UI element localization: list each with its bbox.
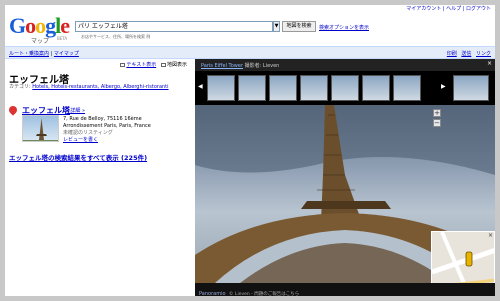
- mymap-link[interactable]: マイマップ: [54, 51, 79, 57]
- filmstrip-prev-icon[interactable]: ◀: [198, 83, 203, 90]
- address-line-1: 7, Rue de Belloy, 75116 16ème: [63, 116, 142, 122]
- filmstrip-thumb[interactable]: [207, 75, 235, 101]
- filmstrip-thumb[interactable]: [362, 75, 390, 101]
- top-nav-right[interactable]: マイアカウント | ヘルプ | ログアウト: [406, 5, 491, 12]
- text-view-icon: [120, 62, 126, 67]
- photo-author: 撮影者: Lieven: [244, 63, 280, 69]
- filmstrip-thumb[interactable]: [238, 75, 266, 101]
- photo-viewer: Paris Eiffel Tower 撮影者: Lieven × ◀ ▶ + −…: [195, 59, 495, 296]
- panoramio-logo[interactable]: Panoramio: [199, 291, 226, 296]
- top-nav: マイアカウント | ヘルプ | ログアウト: [5, 5, 495, 13]
- zoom-in-button[interactable]: +: [433, 109, 441, 117]
- address-line-2: Arrondissement Paris, Paris, France: [63, 123, 151, 129]
- viewer-footer: Panoramio © Lieven - 問題のご報告はこちら: [195, 283, 495, 296]
- filmstrip: ◀ ▶: [195, 71, 495, 105]
- filmstrip-thumb[interactable]: [269, 75, 297, 101]
- print-link[interactable]: 印刷: [447, 51, 457, 57]
- search-input[interactable]: パリ エッフェル塔: [75, 21, 273, 32]
- search-button[interactable]: 地図を検索: [282, 21, 316, 32]
- zoom-out-button[interactable]: −: [433, 119, 441, 127]
- all-results-link[interactable]: エッフェル塔の検索結果をすべて表示 (225件): [9, 152, 147, 162]
- overview-close-icon[interactable]: ×: [488, 232, 493, 239]
- close-icon[interactable]: ×: [487, 60, 492, 67]
- search-options-link[interactable]: 検索オプションを表示: [319, 24, 369, 31]
- photo-title-link[interactable]: Paris Eiffel Tower: [201, 63, 243, 69]
- map-view-link[interactable]: 地図表示: [167, 62, 187, 68]
- logo-text: Google: [9, 13, 70, 38]
- filmstrip-thumb[interactable]: [393, 75, 421, 101]
- category-line: カテゴリ: Hotels, Hotels-restaurants, Alberg…: [9, 84, 189, 90]
- text-view-link[interactable]: テキスト表示: [126, 62, 156, 68]
- results-panel: テキスト表示 地図表示 エッフェル塔 カテゴリ: Hotels, Hotels-…: [5, 59, 191, 296]
- map-view-icon: [160, 62, 166, 67]
- place-address: 7, Rue de Belloy, 75116 16ème Arrondisse…: [63, 116, 191, 144]
- unlisted-label: 未確認のリスティング: [63, 130, 113, 136]
- view-options: テキスト表示 地図表示: [120, 61, 187, 68]
- logo-sub: マップ: [31, 38, 50, 45]
- browser-frame: マイアカウント | ヘルプ | ログアウト Google マップ BETA パリ…: [0, 0, 500, 301]
- search-hint: お店やサービス、住所、場所を検索 例: [81, 34, 151, 39]
- send-link[interactable]: 送信: [461, 51, 471, 57]
- filmstrip-thumb[interactable]: [331, 75, 359, 101]
- google-maps-logo[interactable]: Google マップ BETA: [9, 13, 75, 46]
- logo-beta: BETA: [57, 36, 68, 41]
- toolbar: ルート・乗換案内 | マイマップ 印刷 送信 リンク: [5, 46, 495, 59]
- filmstrip-next-icon[interactable]: ▶: [441, 83, 446, 90]
- viewer-title: Paris Eiffel Tower 撮影者: Lieven: [201, 62, 279, 69]
- filmstrip-thumb-selected[interactable]: [453, 75, 489, 101]
- map-marker-icon[interactable]: [7, 104, 19, 116]
- category-links[interactable]: Hotels, Hotels-restaurants, Albergo, Alb…: [32, 84, 168, 90]
- search-history-dropdown[interactable]: ▼: [273, 21, 280, 32]
- place-thumbnail[interactable]: [22, 115, 59, 142]
- link-link[interactable]: リンク: [476, 51, 491, 57]
- write-review-link[interactable]: レビューを書く: [63, 137, 191, 144]
- viewer-title-bar: Paris Eiffel Tower 撮影者: Lieven ×: [195, 59, 495, 71]
- category-label: カテゴリ:: [9, 84, 31, 90]
- filmstrip-thumb[interactable]: [300, 75, 328, 101]
- zoom-control: + −: [433, 109, 441, 129]
- route-link[interactable]: ルート・乗換案内: [9, 51, 49, 57]
- toolbar-right: 印刷 送信 リンク: [444, 50, 491, 57]
- report-link[interactable]: © Lieven - 問題のご報告はこちら: [229, 291, 299, 296]
- toolbar-left: ルート・乗換案内 | マイマップ: [9, 51, 79, 57]
- place-detail-link[interactable]: - 詳細 »: [67, 107, 85, 114]
